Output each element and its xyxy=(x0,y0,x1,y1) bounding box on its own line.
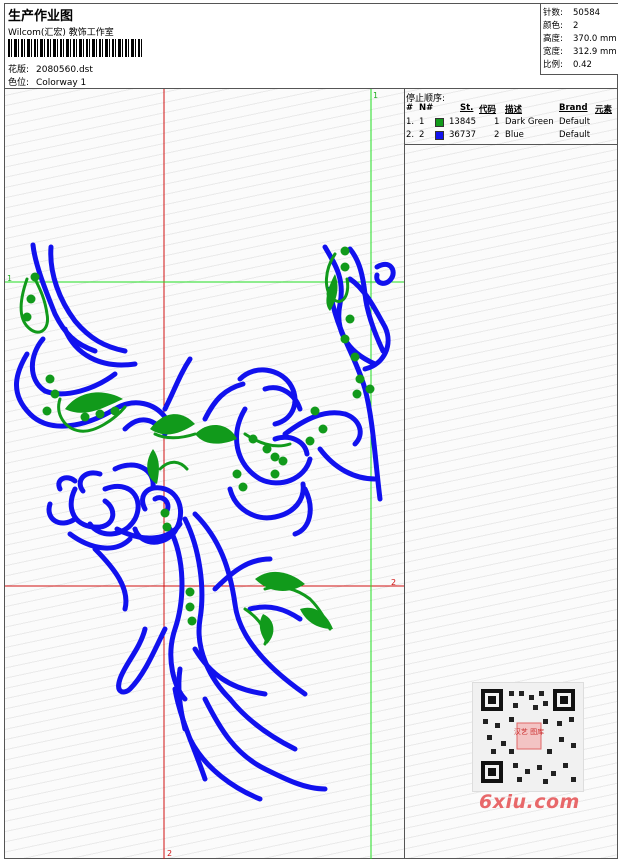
col-hash: # xyxy=(406,103,414,113)
stat-colors: 颜色: 2 xyxy=(543,21,579,31)
software-name: Wilcom(汇宏) 教饰工作室 xyxy=(8,28,114,38)
sheet-title: 生产作业图 xyxy=(8,9,74,24)
watermark-text: 6xiu.com xyxy=(479,791,580,813)
col-brand: Brand xyxy=(559,103,588,113)
colorway-line: 色位: Colorway 1 xyxy=(8,75,86,88)
qr-code-graphic: 汉艺 图库 xyxy=(481,689,576,784)
col-element: 元素 xyxy=(595,105,613,115)
design-file-value: 2080560.dst xyxy=(36,65,93,75)
blue-stitch-outlines xyxy=(14,242,396,802)
stats-box: 针数: 50584 颜色: 2 高度: 370.0 mm 宽度: 312.9 mm 比例… xyxy=(540,4,618,75)
embroidery-artwork: 1 1 2 2 xyxy=(5,89,404,859)
embroidery-design-area: 1 1 2 2 xyxy=(5,89,405,859)
stat-scale: 比例: 0.42 xyxy=(543,60,592,70)
barcode xyxy=(8,39,144,57)
design-file-line: 花版: 2080560.dst xyxy=(8,62,93,75)
sheet-header: 生产作业图 Wilcom(汇宏) 教饰工作室 花版: 2080560.dst 色位… xyxy=(5,4,618,89)
col-code: 代码 xyxy=(479,105,497,115)
color-swatch-blue xyxy=(435,131,444,140)
red-guide-mark-bottom: 2 xyxy=(167,849,172,858)
stat-stitches: 针数: 50584 xyxy=(543,8,601,18)
color-row-1: 1. 1 13845 1 Dark Green Default xyxy=(406,117,591,127)
production-sheet: 生产作业图 Wilcom(汇宏) 教饰工作室 花版: 2080560.dst 色位… xyxy=(4,3,618,859)
qr-badge-text: 汉艺 图库 xyxy=(514,727,544,736)
color-row-2: 2. 2 36737 2 Blue Default xyxy=(406,130,591,140)
qr-code: 汉艺 图库 xyxy=(472,682,584,792)
colorway-label: 色位: xyxy=(8,78,30,88)
design-file-label: 花版: xyxy=(8,65,30,75)
green-guide-mark-top: 1 xyxy=(373,91,378,100)
panel-divider xyxy=(405,144,617,145)
colorway-value: Colorway 1 xyxy=(36,78,87,88)
color-swatch-green xyxy=(435,118,444,127)
stat-width: 宽度: 312.9 mm xyxy=(543,47,617,57)
col-desc: 描述 xyxy=(505,105,523,115)
red-guide-mark-right: 2 xyxy=(391,578,396,587)
col-st: St. xyxy=(460,103,474,113)
col-n: N# xyxy=(419,103,434,113)
stat-height: 高度: 370.0 mm xyxy=(543,34,617,44)
green-guide-mark-left: 1 xyxy=(7,274,12,283)
